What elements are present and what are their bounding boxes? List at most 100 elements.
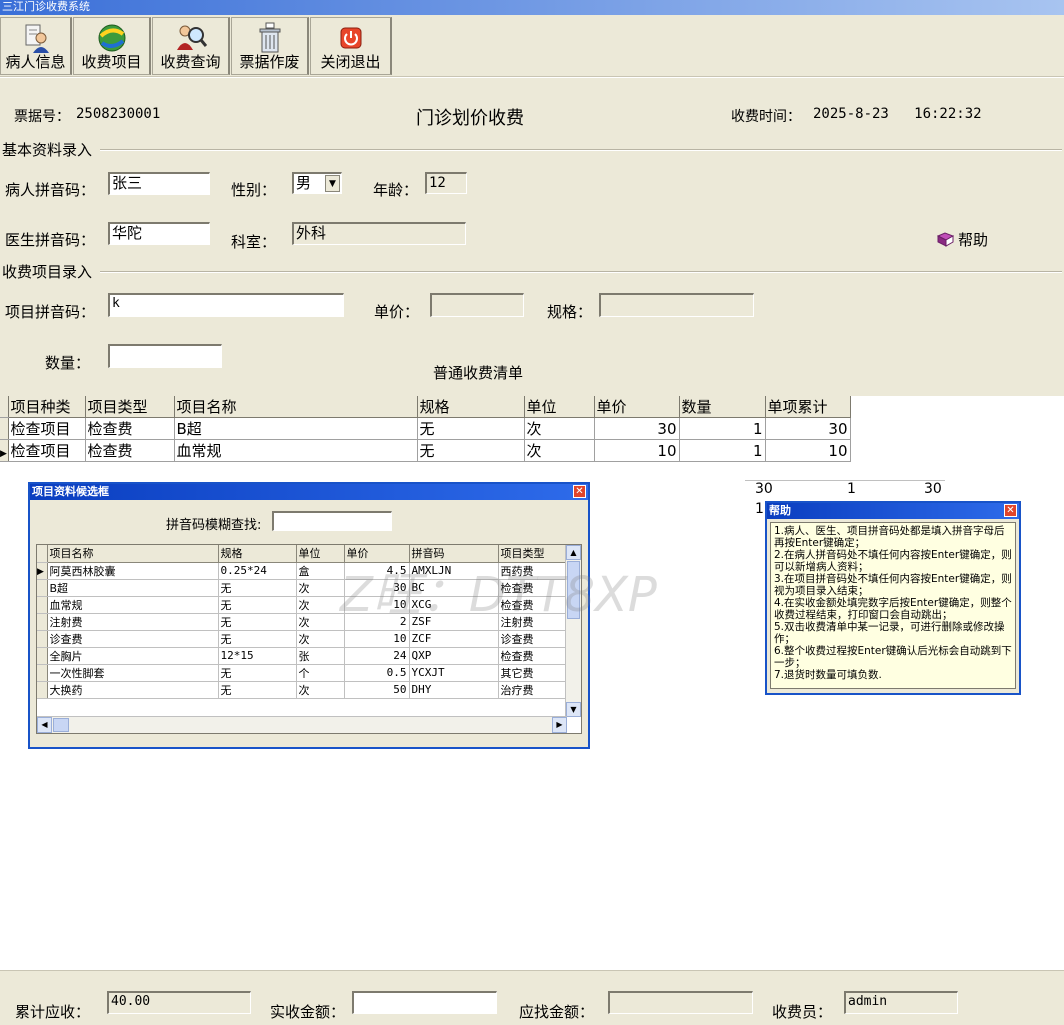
basic-section-title: 基本资料录入 [2, 141, 93, 159]
table-cell: ZCF [409, 630, 499, 648]
footer-bar: 累计应收： 40.00 实收金额： 应找金额： 收费员： admin [0, 970, 1064, 1025]
help-line: 4.在实收金额处填完数字后按Enter键确定，则整个收费过程结束，打印窗口会自动… [774, 597, 1012, 621]
table-cell: 无 [417, 417, 525, 440]
table-row[interactable]: 检查项目 检查费 B超 无 次 30 1 30 [0, 417, 851, 440]
patient-info-button[interactable]: 病人信息 [0, 17, 72, 75]
price-field[interactable] [430, 293, 524, 317]
charge-items-icon [98, 24, 125, 52]
charge-time-label: 收费时间： [731, 109, 801, 125]
table-cell: 检查项目 [8, 417, 86, 440]
table-cell: 个 [296, 664, 345, 682]
quantity-input[interactable] [108, 344, 222, 368]
page-title: 门诊划价收费 [416, 108, 524, 129]
section-divider [100, 271, 1062, 273]
charge-items-button[interactable]: 收费项目 [73, 17, 151, 75]
grid-header-row: 项目种类 项目类型 项目名称 规格 单位 单价 数量 单项累计 [0, 396, 851, 418]
background-grid-row: 30 1 30 1 [745, 480, 945, 517]
column-header[interactable]: 单价 [594, 396, 680, 418]
close-exit-button[interactable]: 关闭退出 [310, 17, 392, 75]
age-field[interactable]: 12 [425, 172, 467, 194]
price-label: 单价： [374, 303, 420, 321]
total-due-field[interactable]: 40.00 [107, 991, 251, 1014]
scroll-right-icon[interactable]: ▶ [552, 717, 567, 733]
chevron-down-icon[interactable]: ▼ [325, 175, 340, 192]
table-cell: 检查项目 [8, 439, 86, 462]
toolbar-label: 票据作废 [239, 53, 300, 71]
table-cell: 次 [524, 439, 595, 462]
table-cell: 50 [344, 681, 410, 699]
column-header[interactable]: 单项累计 [765, 396, 851, 418]
table-cell: 次 [524, 417, 595, 440]
amount-paid-input[interactable] [352, 991, 497, 1014]
table-row[interactable]: 大换药 无 次 50 DHY 治疗费 [37, 681, 574, 699]
horizontal-scrollbar[interactable]: ◀ ▶ [37, 716, 567, 733]
table-cell: 无 [218, 579, 297, 597]
scroll-down-icon[interactable]: ▼ [566, 702, 581, 717]
table-cell: 阿莫西林胶囊 [47, 562, 219, 580]
dialog-title: 帮助 [769, 504, 791, 517]
column-header[interactable]: 单位 [296, 545, 345, 563]
watermark-text: Z旺：DTT8XP [340, 567, 657, 623]
close-icon[interactable]: ✕ [573, 485, 586, 498]
toolbar: 病人信息 收费项目 收费查询 票据作废 关闭退出 [0, 15, 1064, 77]
table-cell: 10 [344, 630, 410, 648]
patient-code-input[interactable]: 张三 [108, 172, 210, 195]
row-indicator [0, 396, 9, 418]
row-indicator [37, 630, 48, 648]
column-header[interactable]: 规格 [218, 545, 297, 563]
table-row[interactable]: 全胸片 12*15 张 24 QXP 检查费 [37, 647, 574, 665]
section-divider [100, 149, 1062, 151]
close-icon[interactable]: ✕ [1004, 504, 1017, 517]
column-header[interactable]: 规格 [417, 396, 525, 418]
row-indicator [37, 579, 48, 597]
table-cell: 全胸片 [47, 647, 219, 665]
table-cell: 检查费 [498, 647, 574, 665]
row-indicator [0, 417, 9, 440]
help-link[interactable]: 帮助 [937, 229, 988, 249]
table-cell: DHY [409, 681, 499, 699]
background-cell: 30 [755, 481, 773, 497]
column-header[interactable]: 项目名称 [174, 396, 418, 418]
fuzzy-search-input[interactable] [272, 511, 392, 531]
receipt-label: 票据号： [14, 109, 70, 125]
row-indicator [37, 664, 48, 682]
amount-paid-label: 实收金额： [270, 1003, 346, 1021]
charge-list-grid[interactable]: 项目种类 项目类型 项目名称 规格 单位 单价 数量 单项累计 检查项目 检查费… [0, 396, 851, 462]
column-header[interactable]: 项目类型 [85, 396, 175, 418]
column-header[interactable]: 数量 [679, 396, 766, 418]
table-cell: 诊查费 [47, 630, 219, 648]
table-cell: 无 [218, 630, 297, 648]
charge-query-button[interactable]: 收费查询 [152, 17, 230, 75]
table-cell: 检查费 [85, 439, 175, 462]
column-header[interactable]: 项目名称 [47, 545, 219, 563]
table-row[interactable]: 一次性脚套 无 个 0.5 YCXJT 其它费 [37, 664, 574, 682]
column-header[interactable]: 单位 [524, 396, 595, 418]
table-cell: B超 [47, 579, 219, 597]
table-cell: YCXJT [409, 664, 499, 682]
gender-select[interactable]: 男 ▼ [292, 172, 342, 194]
spec-field[interactable] [599, 293, 754, 317]
column-header[interactable]: 项目种类 [8, 396, 86, 418]
app-window: 三江门诊收费系统 病人信息 收费项目 收费查询 票据作废 关闭退出 票据号： 2… [0, 0, 1064, 1025]
table-cell: 一次性脚套 [47, 664, 219, 682]
cashier-field[interactable]: admin [844, 991, 958, 1014]
table-cell: 1 [679, 417, 766, 440]
toolbar-label: 收费项目 [81, 53, 142, 71]
doctor-code-input[interactable]: 华陀 [108, 222, 210, 245]
change-due-field[interactable] [608, 991, 753, 1014]
scroll-thumb[interactable] [53, 718, 69, 732]
scroll-left-icon[interactable]: ◀ [37, 717, 52, 733]
help-line: 1.病人、医生、项目拼音码处都是填入拼音字母后再按Enter键确定； [774, 525, 1005, 549]
dialog-titlebar: 项目资料候选框 ✕ [30, 484, 588, 500]
table-row[interactable]: ▶ 检查项目 检查费 血常规 无 次 10 1 10 [0, 439, 851, 462]
item-code-input[interactable]: k [108, 293, 344, 317]
table-cell: 盒 [296, 562, 345, 580]
table-row[interactable]: 诊查费 无 次 10 ZCF 诊查费 [37, 630, 574, 648]
department-field[interactable]: 外科 [292, 222, 466, 245]
toolbar-label: 关闭退出 [320, 53, 381, 71]
item-code-label: 项目拼音码： [5, 303, 96, 321]
dialog-title: 项目资料候选框 [32, 485, 109, 498]
help-line: 6.整个收费过程按Enter键确认后光标会自动跳到下一步； [774, 645, 1012, 669]
void-receipt-button[interactable]: 票据作废 [231, 17, 309, 75]
table-cell: 检查费 [85, 417, 175, 440]
